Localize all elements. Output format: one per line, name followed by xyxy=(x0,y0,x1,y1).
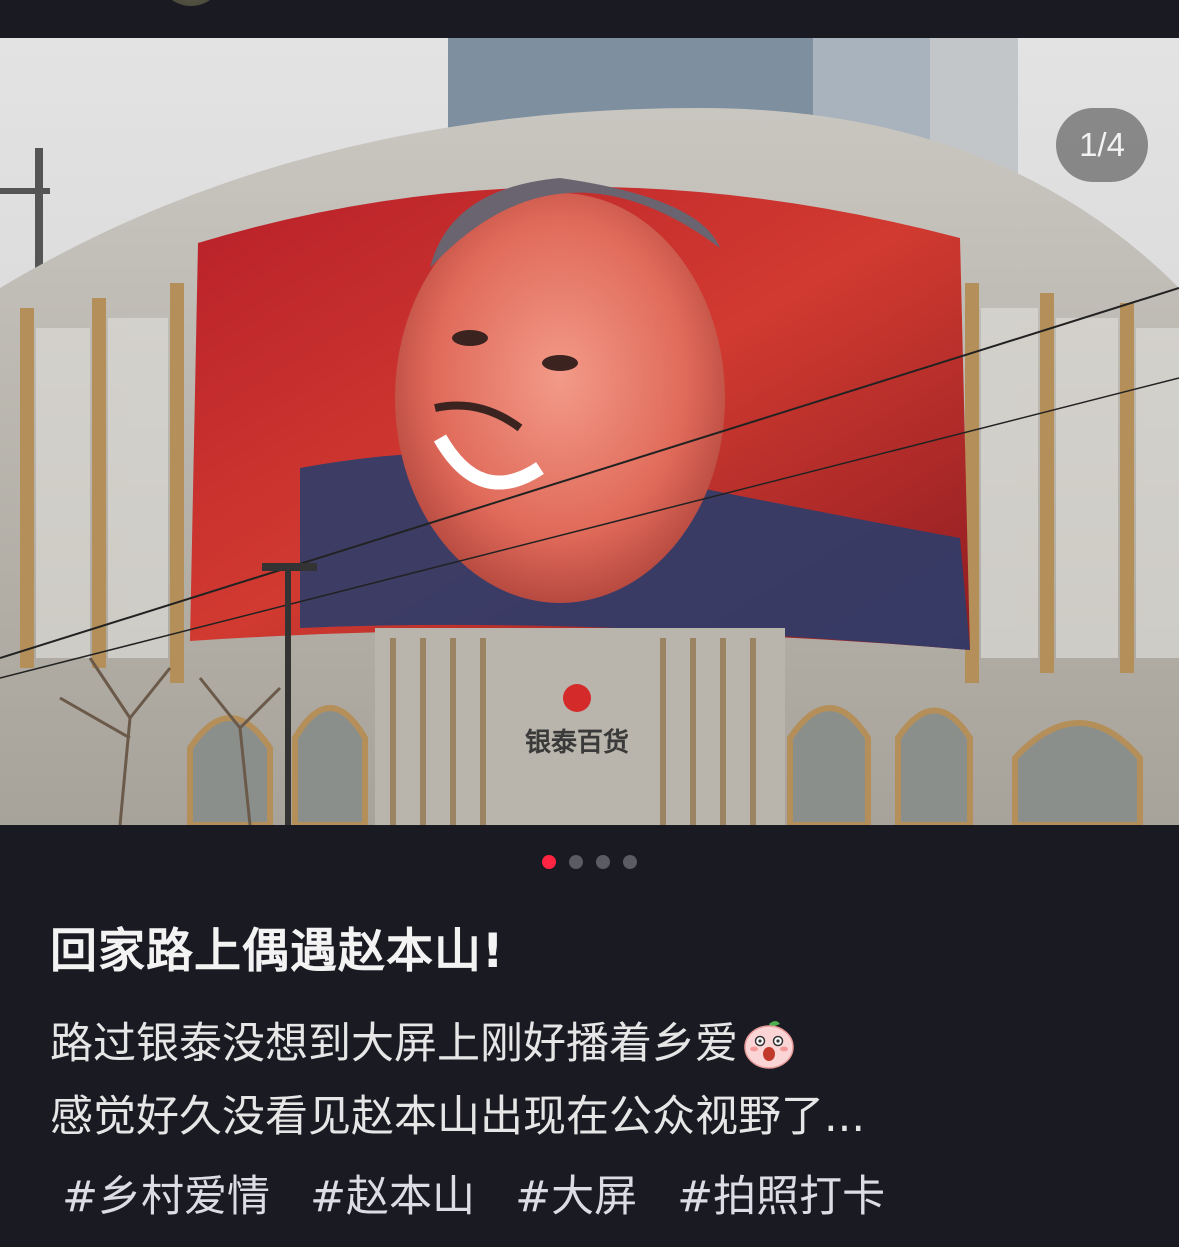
hashtag-list: #乡村爱情 #赵本山 #大屏 #拍照打卡 xyxy=(62,1162,885,1224)
top-bar xyxy=(0,0,1179,38)
hashtag-link[interactable]: #乡村爱情 xyxy=(62,1162,270,1224)
store-sign: 银泰百货 xyxy=(525,727,629,758)
carousel-dot[interactable] xyxy=(596,855,610,869)
user-avatar[interactable] xyxy=(158,0,224,6)
hashtag-link[interactable]: #拍照打卡 xyxy=(677,1162,885,1224)
description-line-1: 路过银泰没想到大屏上刚好播着乡爱 xyxy=(50,1008,865,1081)
post-title: 回家路上偶遇赵本山! xyxy=(50,924,505,979)
hashtag-link[interactable]: #大屏 xyxy=(515,1162,637,1224)
post-description: 路过银泰没想到大屏上刚好播着乡爱 感觉好久没看见赵本山出现在公众视野了... xyxy=(50,1008,865,1154)
carousel-dot[interactable] xyxy=(623,855,637,869)
description-text-1: 路过银泰没想到大屏上刚好播着乡爱 xyxy=(50,1019,738,1069)
carousel-dot[interactable] xyxy=(569,855,583,869)
hashtag-link[interactable]: #赵本山 xyxy=(310,1162,475,1224)
image-counter-badge: 1/4 xyxy=(1056,108,1148,182)
post-image[interactable]: 银泰百货 1/4 xyxy=(0,38,1179,825)
carousel-dot-active[interactable] xyxy=(542,855,556,869)
building-photo: 银泰百货 xyxy=(0,38,1179,825)
carousel-indicator[interactable] xyxy=(0,852,1179,872)
surprised-peach-emoji-icon xyxy=(744,1020,794,1069)
description-line-2: 感觉好久没看见赵本山出现在公众视野了... xyxy=(50,1092,866,1142)
